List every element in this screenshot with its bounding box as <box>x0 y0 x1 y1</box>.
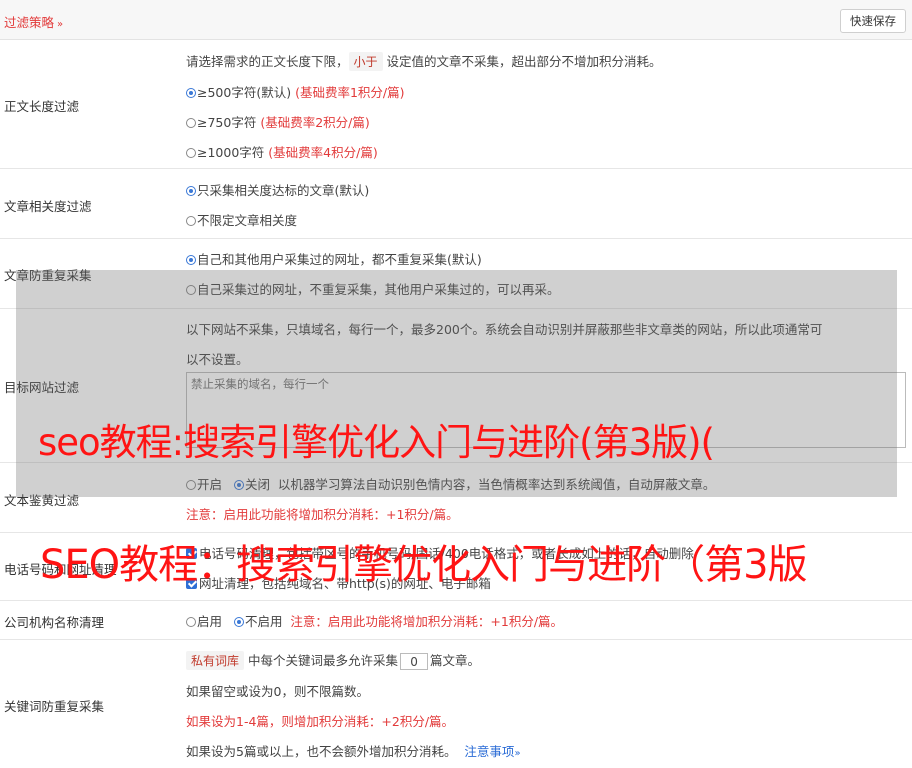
length-option-1000[interactable]: ≥1000字符 (基础费率4积分/篇) <box>186 142 378 161</box>
keyword-line-1: 私有词库 中每个关键词最多允许采集 0 篇文章。 <box>186 650 480 670</box>
length-filter-row: 正文长度过滤 请选择需求的正文长度下限， 小于 设定值的文章不采集，超出部分不增加… <box>0 40 912 169</box>
keyword-row: 关键词防重复采集 私有词库 中每个关键词最多允许采集 0 篇文章。 如果留空或设为0… <box>0 640 912 768</box>
relevance-row: 文章相关度过滤 只采集相关度达标的文章(默认) 不限定文章相关度 <box>0 169 912 239</box>
filter-header: 过滤策略» 快速保存 <box>0 0 912 40</box>
watermark-line-1: seo教程:搜索引擎优化入门与进阶(第3版)( <box>38 421 715 464</box>
relevance-label: 文章相关度过滤 <box>4 199 92 214</box>
length-option-750[interactable]: ≥750字符 (基础费率2积分/篇) <box>186 112 370 131</box>
length-filter-desc: 请选择需求的正文长度下限， 小于 设定值的文章不采集，超出部分不增加积分消耗。 <box>186 52 662 71</box>
radio-selected[interactable] <box>233 617 244 627</box>
org-on-option[interactable]: 启用 <box>186 614 222 629</box>
radio[interactable] <box>186 118 196 128</box>
org-row: 公司机构名称清理 启用 不启用 注意：启用此功能将增加积分消耗：+1积分/篇。 <box>0 601 912 640</box>
radio[interactable] <box>186 216 196 226</box>
radio-selected[interactable] <box>186 88 196 98</box>
length-filter-label: 正文长度过滤 <box>4 99 80 114</box>
keyword-line-3: 如果设为1-4篇，则增加积分消耗：+2积分/篇。 <box>186 714 455 729</box>
private-dictionary-tag[interactable]: 私有词库 <box>186 651 245 670</box>
radio[interactable] <box>186 617 196 627</box>
org-options: 启用 不启用 注意：启用此功能将增加积分消耗：+1积分/篇。 <box>186 611 563 630</box>
dedupe-option-1[interactable]: 自己和其他用户采集过的网址，都不重复采集(默认) <box>186 249 482 268</box>
quick-save-button[interactable]: 快速保存 <box>840 9 906 33</box>
watermark-line-2: SEO教程：搜索引擎优化入门与进阶（第3版 <box>40 542 808 588</box>
chevron-down-icon: » <box>57 19 64 30</box>
org-off-option[interactable]: 不启用 <box>233 614 282 629</box>
keyword-line-2: 如果留空或设为0，则不限篇数。 <box>186 684 369 699</box>
org-label: 公司机构名称清理 <box>4 615 105 630</box>
porn-filter-note: 注意：启用此功能将增加积分消耗：+1积分/篇。 <box>186 507 459 522</box>
chevron-down-icon: » <box>514 748 521 759</box>
length-option-500[interactable]: ≥500字符(默认) (基础费率1积分/篇) <box>186 82 405 101</box>
relevance-option-2[interactable]: 不限定文章相关度 <box>186 210 297 229</box>
keyword-label: 关键词防重复采集 <box>4 699 105 714</box>
relevance-option-1[interactable]: 只采集相关度达标的文章(默认) <box>186 180 369 199</box>
radio-selected[interactable] <box>186 255 196 265</box>
radio-selected[interactable] <box>186 186 196 196</box>
notes-link[interactable]: 注意事项» <box>464 744 520 759</box>
keyword-line-4: 如果设为5篇或以上，也不会额外增加积分消耗。 注意事项» <box>186 744 521 759</box>
radio[interactable] <box>186 148 196 158</box>
less-than-tag: 小于 <box>348 52 383 71</box>
max-articles-input[interactable]: 0 <box>400 653 429 670</box>
section-title[interactable]: 过滤策略» <box>4 12 63 31</box>
